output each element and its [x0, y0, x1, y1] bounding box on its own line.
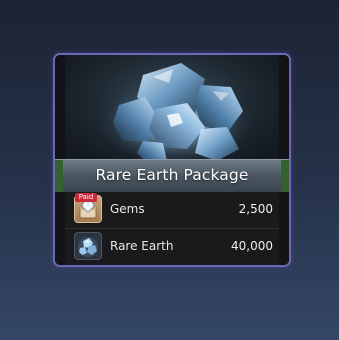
item-name: Rare Earth [110, 239, 174, 253]
rare-earth-crystal-icon [74, 232, 102, 260]
item-amount: 2,500 [238, 202, 273, 216]
artwork-frame-left [55, 55, 65, 167]
rows-frame-right [279, 192, 289, 265]
item-name: Gems [110, 202, 145, 216]
package-card[interactable]: Rare Earth Package Paid Gems 2,500 Rare … [53, 53, 291, 267]
crystal-cluster-icon [95, 63, 255, 163]
package-artwork [55, 55, 289, 167]
rows-frame-left [55, 192, 65, 265]
item-amount: 40,000 [231, 239, 273, 253]
package-title-banner: Rare Earth Package [55, 159, 289, 193]
package-contents-list: Paid Gems 2,500 Rare Earth 40,000 [65, 192, 279, 265]
package-title: Rare Earth Package [95, 166, 249, 184]
list-item-gems: Paid Gems 2,500 [65, 192, 279, 229]
artwork-frame-right [279, 55, 289, 167]
list-item-rare-earth: Rare Earth 40,000 [65, 229, 279, 265]
paid-badge: Paid [75, 193, 97, 202]
